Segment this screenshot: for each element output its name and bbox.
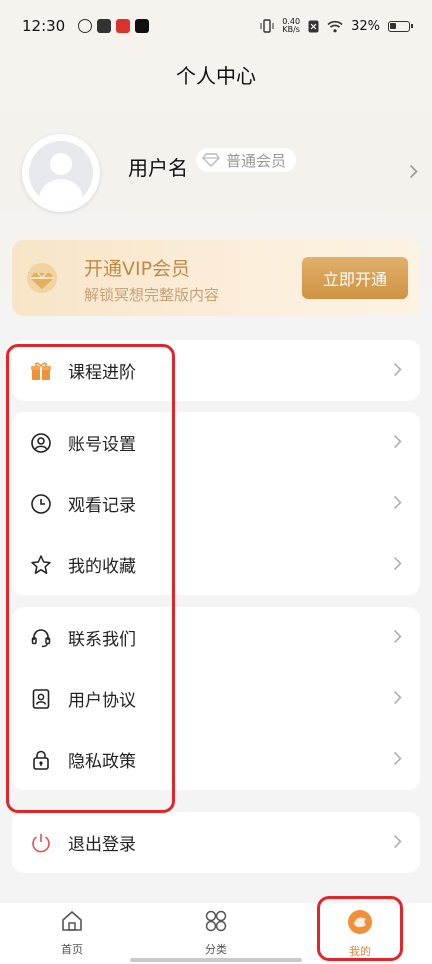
menu-item-contact-us[interactable]: 联系我们 bbox=[12, 607, 420, 668]
sim-icon bbox=[308, 20, 319, 32]
chevron-right-icon bbox=[393, 362, 402, 377]
power-icon bbox=[30, 832, 52, 854]
menu-item-label: 用户协议 bbox=[68, 691, 136, 711]
chevron-right-icon bbox=[393, 690, 402, 705]
app-notification-icon bbox=[78, 19, 93, 33]
diamond-icon bbox=[202, 153, 220, 167]
default-avatar-icon bbox=[29, 141, 93, 205]
menu-card-info: 联系我们 用户协议 隐私政策 bbox=[12, 607, 420, 790]
user-circle-icon bbox=[30, 432, 52, 454]
grid-icon bbox=[205, 910, 227, 932]
menu-item-user-agreement[interactable]: 用户协议 bbox=[12, 668, 420, 729]
chevron-right-icon bbox=[393, 629, 402, 644]
vip-title: 开通VIP会员 bbox=[84, 258, 191, 280]
menu-item-course-advance[interactable]: 课程进阶 bbox=[12, 340, 420, 401]
network-speed-unit: KB/s bbox=[282, 25, 300, 34]
vip-subtitle: 解锁冥想完整版内容 bbox=[84, 286, 220, 304]
nav-item-category[interactable]: 分类 bbox=[176, 909, 256, 957]
member-level-text: 普通会员 bbox=[226, 151, 287, 170]
menu-item-label: 账号设置 bbox=[68, 435, 136, 455]
nav-label: 我的 bbox=[349, 945, 371, 958]
clock-icon bbox=[30, 493, 52, 515]
chevron-right-icon bbox=[393, 751, 402, 766]
nav-label: 分类 bbox=[205, 943, 227, 956]
vibrate-icon bbox=[260, 19, 274, 33]
status-time: 12:30 bbox=[22, 17, 66, 35]
menu-card-account: 账号设置 观看记录 我的收藏 bbox=[12, 412, 420, 595]
menu-card-course: 课程进阶 bbox=[12, 340, 420, 401]
lock-icon bbox=[30, 749, 52, 771]
avatar[interactable] bbox=[22, 134, 100, 212]
tiktok-notification-icon bbox=[135, 19, 150, 33]
menu-item-label: 课程进阶 bbox=[68, 363, 136, 383]
gift-icon bbox=[30, 360, 52, 382]
bottom-navigation: 首页 分类 我的 bbox=[0, 903, 432, 964]
star-icon bbox=[30, 554, 52, 576]
nav-label: 首页 bbox=[61, 943, 83, 956]
red-app-notification-icon bbox=[116, 19, 131, 33]
battery-percent: 32% bbox=[351, 18, 380, 34]
menu-item-label: 我的收藏 bbox=[68, 557, 136, 577]
open-vip-button[interactable]: 立即开通 bbox=[302, 257, 408, 299]
contact-card-icon bbox=[30, 688, 52, 710]
vip-banner[interactable]: 开通VIP会员 解锁冥想完整版内容 立即开通 bbox=[12, 240, 420, 316]
nav-item-home[interactable]: 首页 bbox=[32, 909, 112, 957]
menu-item-watch-history[interactable]: 观看记录 bbox=[12, 473, 420, 534]
logout-label: 退出登录 bbox=[68, 835, 136, 855]
chevron-right-icon bbox=[393, 556, 402, 571]
menu-item-favorites[interactable]: 我的收藏 bbox=[12, 534, 420, 595]
profile-section[interactable]: 用户名 普通会员 bbox=[22, 132, 418, 218]
menu-item-label: 联系我们 bbox=[68, 630, 136, 650]
home-icon bbox=[62, 911, 82, 931]
network-speed: 0.40 KB/s bbox=[282, 18, 300, 34]
wifi-icon bbox=[327, 20, 343, 32]
chevron-right-icon bbox=[409, 164, 418, 179]
page-title: 个人中心 bbox=[176, 64, 256, 88]
mail-notification-icon bbox=[97, 19, 112, 33]
profile-icon bbox=[348, 910, 372, 934]
status-bar: 12:30 0.40 KB/s 32% bbox=[0, 0, 432, 52]
username: 用户名 bbox=[128, 156, 188, 180]
vip-gem-icon bbox=[27, 263, 57, 293]
menu-item-account-settings[interactable]: 账号设置 bbox=[12, 412, 420, 473]
menu-item-label: 隐私政策 bbox=[68, 752, 136, 772]
chevron-right-icon bbox=[393, 434, 402, 449]
menu-item-label: 观看记录 bbox=[68, 496, 136, 516]
member-level-badge: 普通会员 bbox=[196, 148, 297, 172]
home-indicator bbox=[130, 958, 302, 962]
menu-card-logout: 退出登录 bbox=[12, 812, 420, 873]
chevron-right-icon bbox=[393, 834, 402, 849]
chevron-right-icon bbox=[393, 495, 402, 510]
headset-icon bbox=[30, 627, 52, 649]
menu-item-privacy-policy[interactable]: 隐私政策 bbox=[12, 729, 420, 790]
logout-button[interactable]: 退出登录 bbox=[12, 812, 420, 873]
nav-item-mine[interactable]: 我的 bbox=[320, 909, 400, 959]
battery-icon bbox=[388, 20, 413, 32]
